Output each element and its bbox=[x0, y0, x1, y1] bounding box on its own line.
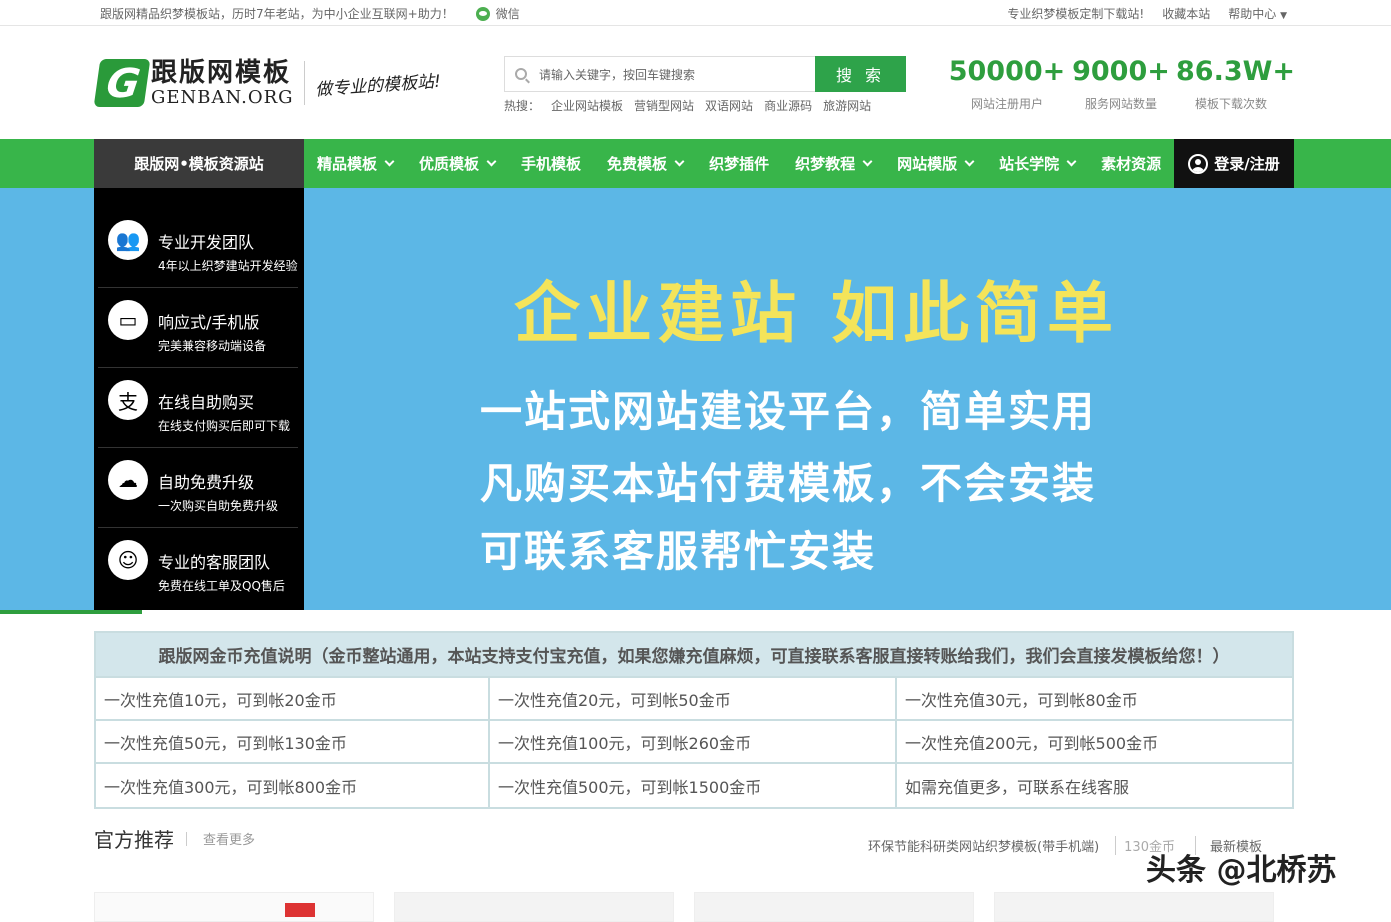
alipay-icon: 支 bbox=[108, 380, 148, 420]
hot-searches: 热搜： 企业网站模板 营销型网站 双语网站 商业源码 旅游网站 bbox=[504, 97, 872, 114]
table-cell: 一次性充值500元，可到帐1500金币 bbox=[490, 764, 897, 807]
table-cell: 如需充值更多，可联系在线客服 bbox=[905, 777, 1130, 797]
nav-item-academy[interactable]: 站长学院 bbox=[986, 139, 1088, 188]
chevron-down-icon bbox=[674, 156, 685, 167]
header: 跟版网模板 GENBAN.ORG 做专业的模板站! 请输入关键字，按回车键搜索 … bbox=[0, 26, 1391, 138]
search-input[interactable]: 请输入关键字，按回车键搜索 bbox=[504, 56, 815, 92]
hot-link[interactable]: 企业网站模板 bbox=[551, 97, 623, 114]
site-logo[interactable]: 跟版网模板 GENBAN.ORG 做专业的模板站! bbox=[93, 58, 442, 108]
template-card[interactable] bbox=[994, 892, 1274, 922]
hot-link[interactable]: 旅游网站 bbox=[823, 97, 871, 114]
hot-link[interactable]: 商业源码 bbox=[764, 97, 812, 114]
table-cell: 一次性充值20元，可到帐50金币 bbox=[490, 678, 897, 719]
template-card[interactable] bbox=[694, 892, 974, 922]
chevron-down-icon bbox=[862, 156, 873, 167]
help-center-dropdown[interactable]: 帮助中心 ▼ bbox=[1228, 5, 1287, 22]
banner-headline: 企业建站 如此简单 bbox=[514, 275, 1119, 352]
stat-downloads: 86.3W+ 模板下载次数 bbox=[1176, 56, 1296, 111]
search-icon bbox=[515, 68, 527, 80]
feature-item: 👥 专业开发团队 4年以上织梦建站开发经验 bbox=[98, 208, 298, 288]
feature-list: 👥 专业开发团队 4年以上织梦建站开发经验 ▭ 响应式/手机版 完美兼容移动端设备 … bbox=[94, 188, 304, 610]
support-icon: ☺ bbox=[108, 540, 148, 580]
banner-line-1: 一站式网站建设平台，简单实用 bbox=[480, 387, 1097, 436]
team-icon: 👥 bbox=[108, 220, 148, 260]
slider-progress bbox=[0, 610, 142, 614]
table-row: 一次性充值10元，可到帐20金币 一次性充值20元，可到帐50金币 一次性充值3… bbox=[96, 678, 1292, 721]
nav-item-plugins[interactable]: 织梦插件 bbox=[696, 139, 782, 188]
table-cell: 一次性充值100元，可到帐260金币 bbox=[490, 721, 897, 762]
chevron-down-icon bbox=[1066, 156, 1077, 167]
nav-brand[interactable]: 跟版网•模板资源站 bbox=[94, 139, 304, 188]
search-button[interactable]: 搜 索 bbox=[815, 56, 906, 92]
logo-cn: 跟版网模板 bbox=[151, 58, 292, 88]
feature-item: ▭ 响应式/手机版 完美兼容移动端设备 bbox=[98, 288, 298, 368]
chevron-down-icon bbox=[384, 156, 395, 167]
feature-item: 支 在线自助购买 在线支付购买后即可下载 bbox=[98, 368, 298, 448]
nav-item-quality[interactable]: 优质模板 bbox=[406, 139, 508, 188]
nav-item-tutorials[interactable]: 织梦教程 bbox=[782, 139, 884, 188]
feature-item: ☁ 自助免费升级 一次购买自助免费升级 bbox=[98, 448, 298, 528]
site-stats: 50000+ 网站注册用户 9000+ 服务网站数量 86.3W+ 模板下载次数 bbox=[948, 56, 1296, 112]
hero-banner[interactable]: 👥 专业开发团队 4年以上织梦建站开发经验 ▭ 响应式/手机版 完美兼容移动端设备 … bbox=[0, 188, 1391, 614]
custom-link[interactable]: 专业织梦模板定制下载站! bbox=[1007, 5, 1144, 22]
feature-item: ☺ 专业的客服团队 免费在线工单及QQ售后 bbox=[98, 528, 298, 608]
stat-users: 50000+ 网站注册用户 bbox=[948, 56, 1066, 111]
stat-sites: 9000+ 服务网站数量 bbox=[1072, 56, 1170, 111]
banner-line-2: 凡购买本站付费模板，不会安装 bbox=[480, 459, 1097, 508]
watermark: 头条 @北桥苏 bbox=[1146, 853, 1337, 888]
banner-text: 企业建站 如此简单 一站式网站建设平台，简单实用 凡购买本站付费模板，不会安装 … bbox=[304, 188, 1391, 610]
template-thumbs bbox=[94, 892, 1274, 922]
slogan: 做专业的模板站! bbox=[314, 71, 442, 100]
nav-item-site-templates[interactable]: 网站模版 bbox=[884, 139, 986, 188]
table-cell: 一次性充值30元，可到帐80金币 bbox=[905, 690, 1138, 710]
table-row: 一次性充值300元，可到帐800金币 一次性充值500元，可到帐1500金币 如… bbox=[96, 764, 1292, 807]
divider bbox=[186, 831, 187, 846]
bookmark-link[interactable]: 收藏本站 bbox=[1162, 5, 1210, 22]
template-card[interactable] bbox=[94, 892, 374, 922]
section-title: 官方推荐 bbox=[94, 828, 174, 852]
table-cell: 一次性充值10元，可到帐20金币 bbox=[96, 678, 490, 719]
latest-item-link[interactable]: 环保节能科研类网站织梦模板(带手机端) bbox=[868, 836, 1099, 855]
user-icon bbox=[1188, 153, 1209, 174]
nav-item-free[interactable]: 免费模板 bbox=[594, 139, 696, 188]
table-row: 一次性充值50元，可到帐130金币 一次性充值100元，可到帐260金币 一次性… bbox=[96, 721, 1292, 764]
cloud-upgrade-icon: ☁ bbox=[108, 460, 148, 500]
wechat-link[interactable]: 微信 bbox=[475, 5, 520, 22]
topbar: 跟版网精品织梦模板站，历时7年老站，为中小企业互联网+助力！ 微信 专业织梦模板… bbox=[0, 0, 1391, 26]
wechat-icon bbox=[475, 6, 490, 21]
responsive-icon: ▭ bbox=[108, 300, 148, 340]
table-cell: 一次性充值50元，可到帐130金币 bbox=[96, 721, 490, 762]
nav-item-mobile[interactable]: 手机模板 bbox=[508, 139, 594, 188]
chevron-down-icon bbox=[486, 156, 497, 167]
hot-link[interactable]: 营销型网站 bbox=[634, 97, 694, 114]
login-register-button[interactable]: 登录/注册 bbox=[1174, 139, 1294, 188]
main-nav: 跟版网•模板资源站 精品模板 优质模板 手机模板 免费模板 织梦插件 织梦教程 … bbox=[0, 139, 1391, 188]
nav-item-materials[interactable]: 素材资源 bbox=[1088, 139, 1174, 188]
caret-down-icon: ▼ bbox=[1280, 11, 1287, 21]
logo-en: GENBAN.ORG bbox=[151, 87, 294, 108]
chevron-down-icon bbox=[964, 156, 975, 167]
hot-link[interactable]: 双语网站 bbox=[705, 97, 753, 114]
search-area: 请输入关键字，按回车键搜索 搜 索 热搜： 企业网站模板 营销型网站 双语网站 … bbox=[504, 56, 906, 114]
banner-line-3: 可联系客服帮忙安装 bbox=[480, 527, 877, 576]
logo-icon bbox=[93, 59, 151, 107]
site-intro: 跟版网精品织梦模板站，历时7年老站，为中小企业互联网+助力！ bbox=[100, 7, 454, 21]
template-card[interactable] bbox=[394, 892, 674, 922]
official-recommend: 官方推荐 查看更多 bbox=[94, 824, 255, 853]
logo-divider bbox=[303, 61, 305, 105]
recharge-title: 跟版网金币充值说明（金币整站通用，本站支持支付宝充值，如果您嫌充值麻烦，可直接联… bbox=[96, 633, 1292, 678]
recharge-table: 跟版网金币充值说明（金币整站通用，本站支持支付宝充值，如果您嫌充值麻烦，可直接联… bbox=[94, 631, 1294, 809]
table-cell: 一次性充值300元，可到帐800金币 bbox=[96, 764, 490, 807]
view-more-link[interactable]: 查看更多 bbox=[203, 829, 255, 848]
table-cell: 一次性充值200元，可到帐500金币 bbox=[905, 733, 1159, 753]
nav-item-premium[interactable]: 精品模板 bbox=[304, 139, 406, 188]
